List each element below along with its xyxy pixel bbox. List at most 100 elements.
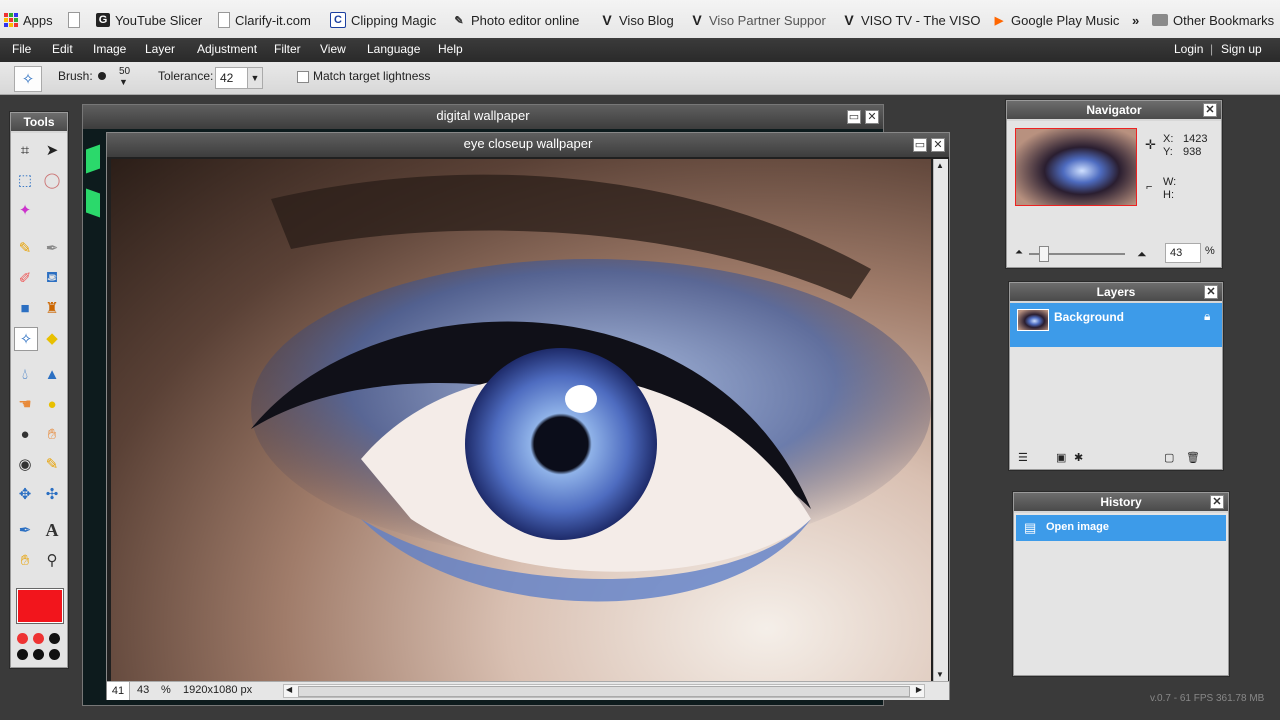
zoom-slider[interactable] [1029,246,1125,262]
scroll-up-icon[interactable]: ▲ [936,161,944,170]
blur-icon[interactable]: 💧︎ [14,363,36,385]
bookmark-clipping-magic[interactable]: C Clipping Magic [330,11,436,29]
horizontal-scroll-thumb[interactable] [298,686,910,697]
preset-black-dot[interactable] [17,649,28,660]
other-bookmarks-folder[interactable]: Other Bookmarks [1152,11,1274,29]
zoom-input[interactable]: 41 [107,682,130,700]
menu-image[interactable]: Image [93,42,126,56]
brush-dropdown-icon[interactable]: ▼ [119,77,128,87]
layer-mask-icon[interactable]: ▣ [1056,451,1066,464]
bookmark-blank[interactable] [68,11,80,29]
color-replace-icon[interactable]: ◆ [41,327,63,349]
preset-red-dot[interactable] [33,633,44,644]
menu-file[interactable]: File [12,42,31,56]
burn-icon[interactable]: ✋︎ [41,423,63,445]
brush-preview-icon[interactable] [98,72,106,80]
scroll-right-icon[interactable]: ▶ [916,685,922,694]
magic-wand-icon[interactable]: ✧ [14,327,38,351]
layer-settings-icon[interactable]: ☰ [1018,451,1028,464]
preset-black-dot[interactable] [33,649,44,660]
preset-red-dot[interactable] [17,633,28,644]
sponge-icon[interactable]: ● [41,393,63,415]
menu-language[interactable]: Language [367,42,420,56]
eraser-icon[interactable]: ✐ [14,267,36,289]
navigator-zoom-unit: % [1205,245,1215,257]
smudge-icon[interactable]: ☚ [14,393,36,415]
bloat-icon[interactable]: ✥ [14,483,36,505]
lock-icon[interactable]: 🔒︎ [1204,309,1210,324]
layers-close-icon[interactable]: ✕ [1204,285,1218,299]
history-item-label: Open image [1046,521,1109,533]
layer-row-background[interactable]: Background 🔒︎ [1010,303,1222,347]
delete-layer-icon[interactable]: 🗑︎ [1186,451,1200,464]
front-window-close-icon[interactable]: ✕ [931,138,945,152]
text-icon[interactable]: A [41,519,63,541]
tolerance-field[interactable]: 42 ▼ [215,67,263,89]
move-icon[interactable]: ➤ [41,139,63,161]
quick-select-icon[interactable]: ✦ [14,199,36,221]
zoom-in-icon[interactable]: ⏶ [1137,247,1147,262]
bookmark-viso-blog[interactable]: V Viso Blog [600,11,673,29]
bookmark-viso-tv[interactable]: V VISO TV - The VISO [842,11,980,29]
horizontal-scrollbar[interactable]: ◀ ▶ [283,684,925,698]
pencil-icon[interactable]: ✎ [14,237,36,259]
document-window-front[interactable]: eye closeup wallpaper ▭ ✕ ▲ ▼ 41 43 % 19… [106,132,950,700]
tolerance-dropdown-icon[interactable]: ▼ [247,68,262,88]
preset-black-dot[interactable] [49,633,60,644]
crop-icon[interactable]: ⌗ [14,139,36,161]
bookmark-viso-partner[interactable]: V Viso Partner Suppor [690,11,826,29]
marquee-icon[interactable]: ⬚ [14,169,36,191]
bookmark-youtube-slicer[interactable]: G YouTube Slicer [96,11,202,29]
match-lightness-checkbox[interactable] [297,71,309,83]
menu-filter[interactable]: Filter [274,42,301,56]
menu-help[interactable]: Help [438,42,463,56]
scroll-left-icon[interactable]: ◀ [286,685,292,694]
menu-edit[interactable]: Edit [52,42,73,56]
history-close-icon[interactable]: ✕ [1210,495,1224,509]
g-icon: G [96,13,110,27]
login-link[interactable]: Login [1174,42,1203,56]
zoom-slider-thumb[interactable] [1039,246,1049,262]
menu-layer[interactable]: Layer [145,42,175,56]
front-window-maximize-icon[interactable]: ▭ [913,138,927,152]
foreground-color-swatch[interactable] [17,589,63,623]
preset-black-dot[interactable] [49,649,60,660]
bookmark-google-play-music[interactable]: ▶ Google Play Music [992,11,1120,29]
bookmark-photo-editor[interactable]: ✎ Photo editor online [452,11,579,29]
brush-icon[interactable]: ✒ [41,237,63,259]
red-eye-icon[interactable]: ◉ [14,453,36,475]
bookmark-clarify-it[interactable]: Clarify-it.com [218,11,311,29]
canvas-image[interactable] [111,159,931,681]
history-item-open-image[interactable]: ▤ Open image [1016,515,1226,541]
new-layer-icon[interactable]: ▢ [1164,451,1174,464]
bookmarks-overflow-button[interactable]: » [1132,11,1139,29]
gradient-icon[interactable]: ■ [14,297,36,319]
zoom-out-icon[interactable]: ⏶ [1015,247,1023,258]
menu-adjustment[interactable]: Adjustment [197,42,257,56]
zoom-icon[interactable]: ⚲ [41,549,63,571]
active-tool-wand-icon[interactable]: ✧ [14,66,42,92]
bookmark-apps[interactable]: Apps [4,11,53,29]
back-window-maximize-icon[interactable]: ▭ [847,110,861,124]
menu-view[interactable]: View [320,42,346,56]
vertical-scrollbar[interactable]: ▲ ▼ [933,159,948,681]
back-window-close-icon[interactable]: ✕ [865,110,879,124]
back-window-titlebar[interactable]: digital wallpaper ▭ ✕ [83,105,883,129]
layer-effects-icon[interactable]: ✱ [1074,451,1083,464]
stamp-icon[interactable]: ♜ [41,297,63,319]
navigator-zoom-field[interactable]: 43 [1165,243,1201,263]
front-window-titlebar[interactable]: eye closeup wallpaper ▭ ✕ [107,133,949,157]
lasso-icon[interactable]: ◯ [41,169,63,191]
signup-link[interactable]: Sign up [1221,42,1262,56]
scroll-down-icon[interactable]: ▼ [936,670,944,679]
color-picker-icon[interactable]: ✒ [14,519,36,541]
navigator-thumbnail[interactable] [1015,128,1137,206]
dodge-icon[interactable]: ● [14,423,36,445]
match-lightness-label: Match target lightness [313,69,431,83]
hand-icon[interactable]: ✋︎ [14,549,36,571]
fill-bucket-icon[interactable]: ⛾ [41,267,63,289]
spot-heal-icon[interactable]: ✎ [41,453,63,475]
sharpen-icon[interactable]: ▲ [41,363,63,385]
pinch-icon[interactable]: ✣ [41,483,63,505]
navigator-close-icon[interactable]: ✕ [1203,103,1217,117]
